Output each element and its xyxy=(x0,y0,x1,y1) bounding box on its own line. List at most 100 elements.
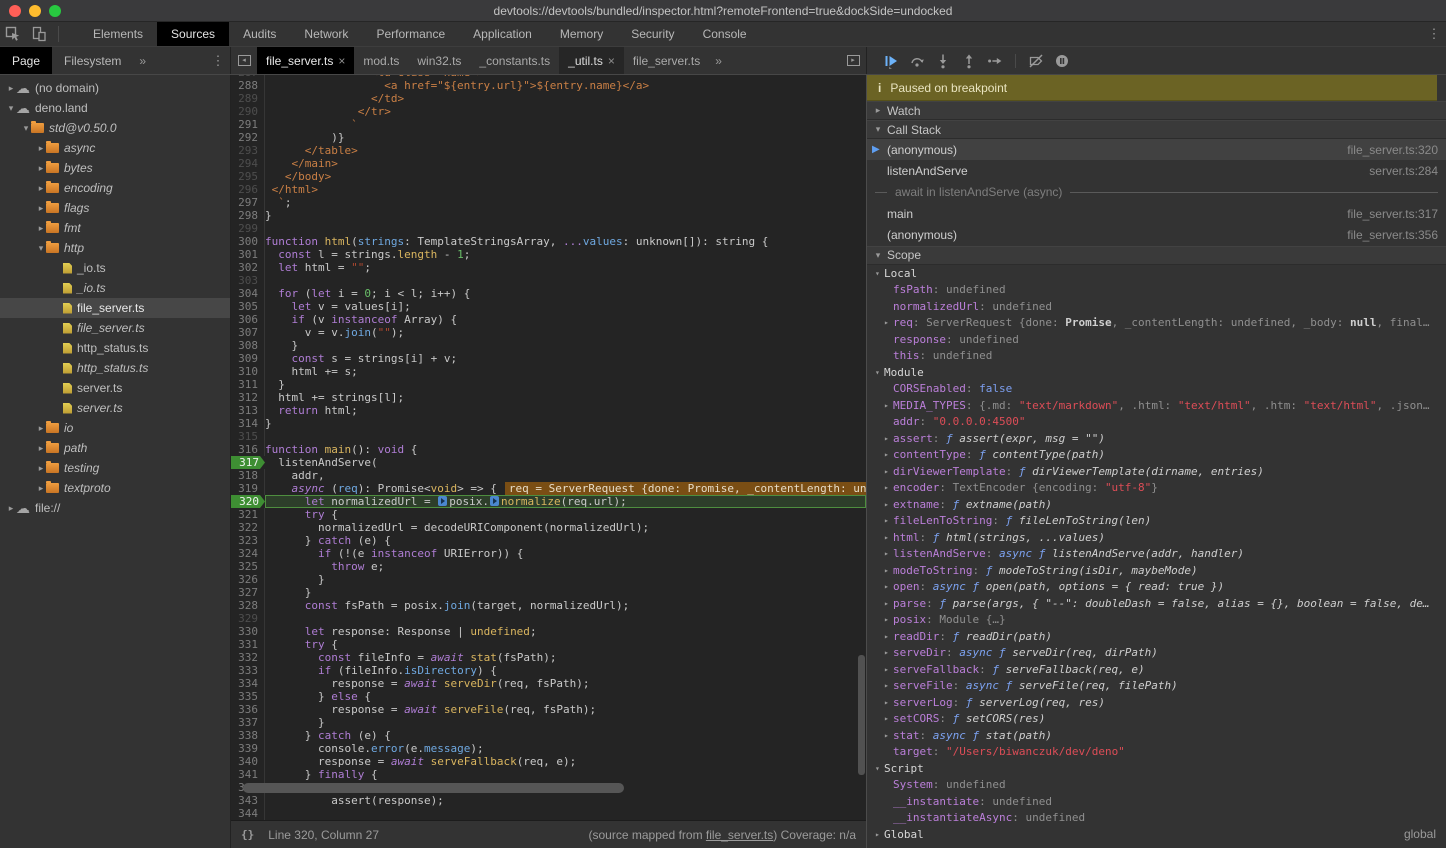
code-line-content[interactable]: const l = strings.length - 1; xyxy=(265,248,866,261)
deactivate-breakpoints-icon[interactable] xyxy=(1024,50,1048,72)
scope-var-setCORS[interactable]: ▸setCORS: ƒ setCORS(res) xyxy=(867,710,1446,727)
line-number[interactable]: 306 xyxy=(231,313,265,326)
tree-item--no-domain-[interactable]: ▸☁(no domain) xyxy=(0,78,230,98)
continue-to-here-icon[interactable] xyxy=(438,496,447,506)
hide-navigator-icon[interactable]: ◂ xyxy=(231,47,257,74)
code-line-content[interactable]: </body> xyxy=(265,170,866,183)
code-line-content[interactable]: if (!(e instanceof URIError)) { xyxy=(265,547,866,560)
scope-var-serverLog[interactable]: ▸serverLog: ƒ serverLog(req, res) xyxy=(867,694,1446,711)
line-number[interactable]: 329 xyxy=(231,612,265,625)
scope-var-encoder[interactable]: ▸encoder: TextEncoder {encoding: "utf-8"… xyxy=(867,479,1446,496)
scope-section-script[interactable]: ▾Script xyxy=(867,760,1446,777)
line-number[interactable]: 293 xyxy=(231,144,265,157)
scope-section-module[interactable]: ▾Module xyxy=(867,364,1446,381)
tab-memory[interactable]: Memory xyxy=(546,22,617,46)
tree-item-textproto[interactable]: ▸textproto xyxy=(0,478,230,498)
line-number[interactable]: 294 xyxy=(231,157,265,170)
scope-var-html[interactable]: ▸html: ƒ html(strings, ...values) xyxy=(867,529,1446,546)
line-number[interactable]: 337 xyxy=(231,716,265,729)
editor-tab-win32-ts[interactable]: win32.ts xyxy=(408,47,470,74)
line-number[interactable]: 327 xyxy=(231,586,265,599)
code-line-content[interactable]: html += strings[l]; xyxy=(265,391,866,404)
line-number[interactable]: 324 xyxy=(231,547,265,560)
line-number[interactable]: 319 xyxy=(231,482,265,495)
line-number[interactable]: 316 xyxy=(231,443,265,456)
tab-elements[interactable]: Elements xyxy=(79,22,157,46)
show-debugger-panel-icon[interactable]: ▸ xyxy=(840,47,866,74)
line-number[interactable]: 333 xyxy=(231,664,265,677)
navigator-menu-icon[interactable]: ⋮ xyxy=(206,53,230,69)
tree-item-server.ts[interactable]: server.ts xyxy=(0,378,230,398)
horizontal-scrollbar[interactable] xyxy=(243,783,624,793)
code-line-content[interactable]: let response: Response | undefined; xyxy=(265,625,866,638)
line-number[interactable]: 291 xyxy=(231,118,265,131)
scope-section-local[interactable]: ▾Local xyxy=(867,265,1446,282)
tree-item-file-[interactable]: ▸☁file:// xyxy=(0,498,230,518)
code-line-content[interactable]: </main> xyxy=(265,157,866,170)
tree-item-encoding[interactable]: ▸encoding xyxy=(0,178,230,198)
scope-var-fileLenToString[interactable]: ▸fileLenToString: ƒ fileLenToString(len) xyxy=(867,512,1446,529)
line-number[interactable]: 338 xyxy=(231,729,265,742)
tab-application[interactable]: Application xyxy=(459,22,546,46)
continue-to-here-icon[interactable] xyxy=(490,496,499,506)
scope-var-serveFile[interactable]: ▸serveFile: async ƒ serveFile(req, fileP… xyxy=(867,677,1446,694)
editor-tab-_constants-ts[interactable]: _constants.ts xyxy=(470,47,559,74)
line-number[interactable]: 311 xyxy=(231,378,265,391)
line-number[interactable]: 332 xyxy=(231,651,265,664)
tree-item-file-server.ts[interactable]: file_server.ts xyxy=(0,318,230,338)
line-number[interactable]: 325 xyxy=(231,560,265,573)
scope-var-this[interactable]: this: undefined xyxy=(867,347,1446,364)
line-number[interactable]: 309 xyxy=(231,352,265,365)
resume-script-icon[interactable] xyxy=(879,50,903,72)
line-number[interactable]: 302 xyxy=(231,261,265,274)
scope-var-readDir[interactable]: ▸readDir: ƒ readDir(path) xyxy=(867,628,1446,645)
code-line-content[interactable]: } xyxy=(265,417,866,430)
code-line-content[interactable]: } xyxy=(265,716,866,729)
line-number[interactable]: 318 xyxy=(231,469,265,482)
pretty-print-icon[interactable]: {} xyxy=(241,828,254,841)
scope-var-CORSEnabled[interactable]: CORSEnabled: false xyxy=(867,380,1446,397)
scope-section-global[interactable]: ▸Globalglobal xyxy=(867,826,1446,843)
tab-security[interactable]: Security xyxy=(617,22,688,46)
tree-item-testing[interactable]: ▸testing xyxy=(0,458,230,478)
tab-page[interactable]: Page xyxy=(0,47,52,74)
tree-item-std@v0.50.0[interactable]: ▾std@v0.50.0 xyxy=(0,118,230,138)
tree-item-io[interactable]: ▸io xyxy=(0,418,230,438)
code-area[interactable]: 287 <td class="name">288 <a href="${entr… xyxy=(231,75,866,820)
call-stack-frame[interactable]: (anonymous)file_server.ts:356 xyxy=(867,225,1446,246)
line-number[interactable]: 344 xyxy=(231,807,265,820)
line-number[interactable]: 307 xyxy=(231,326,265,339)
code-line-content[interactable]: html += s; xyxy=(265,365,866,378)
more-editor-tabs-icon[interactable]: » xyxy=(709,47,728,74)
line-number[interactable]: 290 xyxy=(231,105,265,118)
scope-var-MEDIA_TYPES[interactable]: ▸MEDIA_TYPES: {.md: "text/markdown", .ht… xyxy=(867,397,1446,414)
step-into-icon[interactable] xyxy=(931,50,955,72)
code-line-content[interactable]: const fileInfo = await stat(fsPath); xyxy=(265,651,866,664)
call-stack-frame[interactable]: listenAndServeserver.ts:284 xyxy=(867,160,1446,181)
tree-item-bytes[interactable]: ▸bytes xyxy=(0,158,230,178)
scope-var-__instantiateAsync[interactable]: __instantiateAsync: undefined xyxy=(867,809,1446,826)
code-line-content[interactable]: normalizedUrl = decodeURIComponent(norma… xyxy=(265,521,866,534)
code-line-content[interactable]: } xyxy=(265,378,866,391)
source-map-link[interactable]: file_server.ts xyxy=(706,828,773,842)
breakpoint-marker[interactable]: 320 xyxy=(231,495,265,508)
line-number[interactable]: 295 xyxy=(231,170,265,183)
code-line-content[interactable]: </html> xyxy=(265,183,866,196)
step-out-icon[interactable] xyxy=(957,50,981,72)
code-line-content[interactable]: let html = ""; xyxy=(265,261,866,274)
call-stack-frame[interactable]: ▶(anonymous)file_server.ts:320 xyxy=(867,139,1446,160)
tree-item-deno.land[interactable]: ▾☁deno.land xyxy=(0,98,230,118)
call-stack-section-header[interactable]: ▾ Call Stack xyxy=(867,120,1446,139)
scope-var-serveDir[interactable]: ▸serveDir: async ƒ serveDir(req, dirPath… xyxy=(867,644,1446,661)
line-number[interactable]: 303 xyxy=(231,274,265,287)
line-number[interactable]: 328 xyxy=(231,599,265,612)
scope-var-target[interactable]: target: "/Users/biwanczuk/dev/deno" xyxy=(867,743,1446,760)
code-line-content[interactable]: } else { xyxy=(265,690,866,703)
code-line-content[interactable]: if (fileInfo.isDirectory) { xyxy=(265,664,866,677)
code-line-content[interactable] xyxy=(265,274,866,287)
line-number[interactable]: 314 xyxy=(231,417,265,430)
code-line-content[interactable]: } finally { xyxy=(265,768,866,781)
tree-item-file-server.ts[interactable]: file_server.ts xyxy=(0,298,230,318)
code-line-content[interactable]: listenAndServe( xyxy=(265,456,866,469)
vertical-scrollbar[interactable] xyxy=(858,655,865,775)
